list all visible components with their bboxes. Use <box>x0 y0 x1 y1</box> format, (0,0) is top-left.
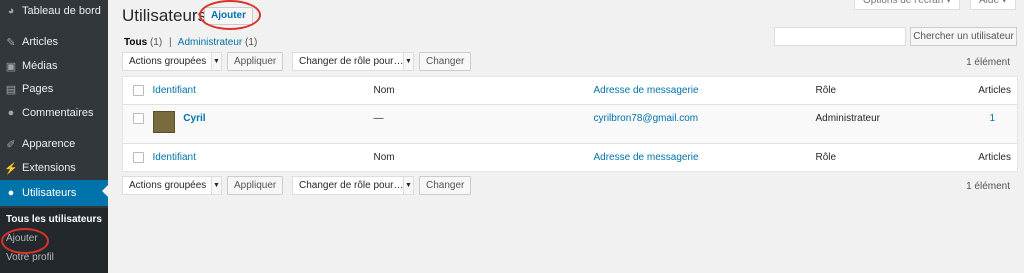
sidebar-item-label: Commentaires <box>22 107 94 119</box>
pages-icon: ▤ <box>5 83 17 96</box>
sidebar-item-label: Tableau de bord <box>22 5 101 17</box>
column-email-footer[interactable]: Adresse de messagerie <box>594 152 699 163</box>
chevron-down-icon: ▼ <box>403 53 413 70</box>
table-row: Cyril — cyrilbron78@gmail.com Administra… <box>122 104 1018 144</box>
column-role: Rôle <box>815 85 837 96</box>
filter-all[interactable]: Tous <box>124 37 147 48</box>
sidebar-item-appearance[interactable]: ✐ Apparence <box>0 133 108 155</box>
filter-administrator[interactable]: Administrateur <box>178 37 242 48</box>
sidebar-item-label: Utilisateurs <box>22 187 77 199</box>
select-all-cell-footer <box>123 144 153 172</box>
table-header-row: Identifiant Nom Adresse de messagerie Rô… <box>122 77 1018 105</box>
main-content: Options de l'écran ▾ Aide ▾ Utilisateurs… <box>108 0 1024 273</box>
column-username[interactable]: Identifiant <box>153 85 196 96</box>
page-title: Utilisateurs <box>122 6 207 25</box>
chevron-down-icon: ▼ <box>211 177 221 194</box>
pin-icon: ✎ <box>6 36 16 49</box>
chevron-down-icon: ▼ <box>211 53 221 70</box>
filter-separator: | <box>168 37 172 48</box>
row-checkbox[interactable] <box>133 113 144 124</box>
sidebar-item-extensions[interactable]: ⚡ Extensions <box>0 157 108 179</box>
bulk-actions-value: Actions groupées <box>129 180 207 191</box>
admin-sidebar: ◕ Tableau de bord ✎ Articles ▣ Médias ▤ … <box>0 0 108 273</box>
change-button-bottom[interactable]: Changer <box>419 176 472 195</box>
user-posts-link[interactable]: 1 <box>989 113 995 124</box>
bulk-actions-select-top[interactable]: Actions groupées ▼ <box>122 52 222 71</box>
column-name: Nom <box>373 85 395 96</box>
search-input[interactable] <box>774 27 906 46</box>
sidebar-item-articles[interactable]: ✎ Articles <box>0 31 108 53</box>
change-role-select-bottom[interactable]: Changer de rôle pour… ▼ <box>292 176 414 195</box>
select-all-checkbox[interactable] <box>133 85 144 96</box>
table-footer-row: Identifiant Nom Adresse de messagerie Rô… <box>122 143 1018 172</box>
bulk-actions-select-bottom[interactable]: Actions groupées ▼ <box>122 176 222 195</box>
sidebar-item-label: Articles <box>22 36 59 48</box>
change-role-value: Changer de rôle pour… <box>299 56 404 67</box>
sidebar-item-medias[interactable]: ▣ Médias <box>0 55 108 77</box>
sidebar-item-users[interactable]: ● Utilisateurs <box>0 180 108 206</box>
filter-admin-count: (1) <box>245 37 258 48</box>
user-name: — <box>373 113 384 124</box>
sidebar-item-dashboard[interactable]: ◕ Tableau de bord <box>0 0 108 22</box>
column-articles-footer: Articles <box>978 152 1011 163</box>
user-email-link[interactable]: cyrilbron78@gmail.com <box>594 113 699 124</box>
avatar <box>152 111 175 133</box>
column-role-footer: Rôle <box>815 152 837 163</box>
username-link[interactable]: Cyril <box>183 113 205 124</box>
appearance-icon: ✐ <box>6 138 16 151</box>
plugins-icon: ⚡ <box>4 162 18 175</box>
bulk-actions-value: Actions groupées <box>129 56 207 67</box>
sidebar-item-label: Médias <box>22 60 58 72</box>
sidebar-item-label: Pages <box>22 83 54 95</box>
user-role: Administrateur <box>815 113 880 124</box>
sidebar-item-pages[interactable]: ▤ Pages <box>0 78 108 100</box>
screen-options-button[interactable]: Options de l'écran ▾ <box>854 0 961 10</box>
media-icon: ▣ <box>5 60 17 73</box>
users-table: Identifiant Nom Adresse de messagerie Rô… <box>122 76 1018 172</box>
column-email[interactable]: Adresse de messagerie <box>594 85 699 96</box>
comments-icon: ● <box>7 107 15 119</box>
submenu-all-users[interactable]: Tous les utilisateurs <box>6 214 102 225</box>
select-all-cell <box>123 77 153 105</box>
filter-all-count: (1) <box>149 37 163 48</box>
change-role-select-top[interactable]: Changer de rôle pour… ▼ <box>292 52 414 71</box>
user-role-filters: Tous (1) | Administrateur (1) <box>124 37 257 48</box>
column-username-footer[interactable]: Identifiant <box>153 152 196 163</box>
column-name-footer: Nom <box>373 152 395 163</box>
column-articles: Articles <box>978 85 1011 96</box>
dashboard-icon: ◕ <box>7 5 15 17</box>
select-all-checkbox-footer[interactable] <box>133 152 144 163</box>
change-role-value: Changer de rôle pour… <box>299 180 404 191</box>
highlight-circle-add <box>199 0 261 30</box>
sidebar-item-label: Extensions <box>22 162 76 174</box>
sidebar-item-label: Apparence <box>22 138 76 150</box>
search-users-button[interactable]: Chercher un utilisateur <box>910 27 1017 46</box>
item-count-top: 1 élément <box>966 57 1010 68</box>
sidebar-item-comments[interactable]: ● Commentaires <box>0 102 108 124</box>
help-button[interactable]: Aide ▾ <box>970 0 1016 10</box>
users-icon: ● <box>7 187 15 199</box>
apply-button-bottom[interactable]: Appliquer <box>227 176 284 195</box>
change-button-top[interactable]: Changer <box>419 52 472 71</box>
chevron-down-icon: ▼ <box>403 177 413 194</box>
item-count-bottom: 1 élément <box>966 181 1010 192</box>
apply-button-top[interactable]: Appliquer <box>227 52 284 71</box>
highlight-circle-sidebar <box>1 228 49 254</box>
